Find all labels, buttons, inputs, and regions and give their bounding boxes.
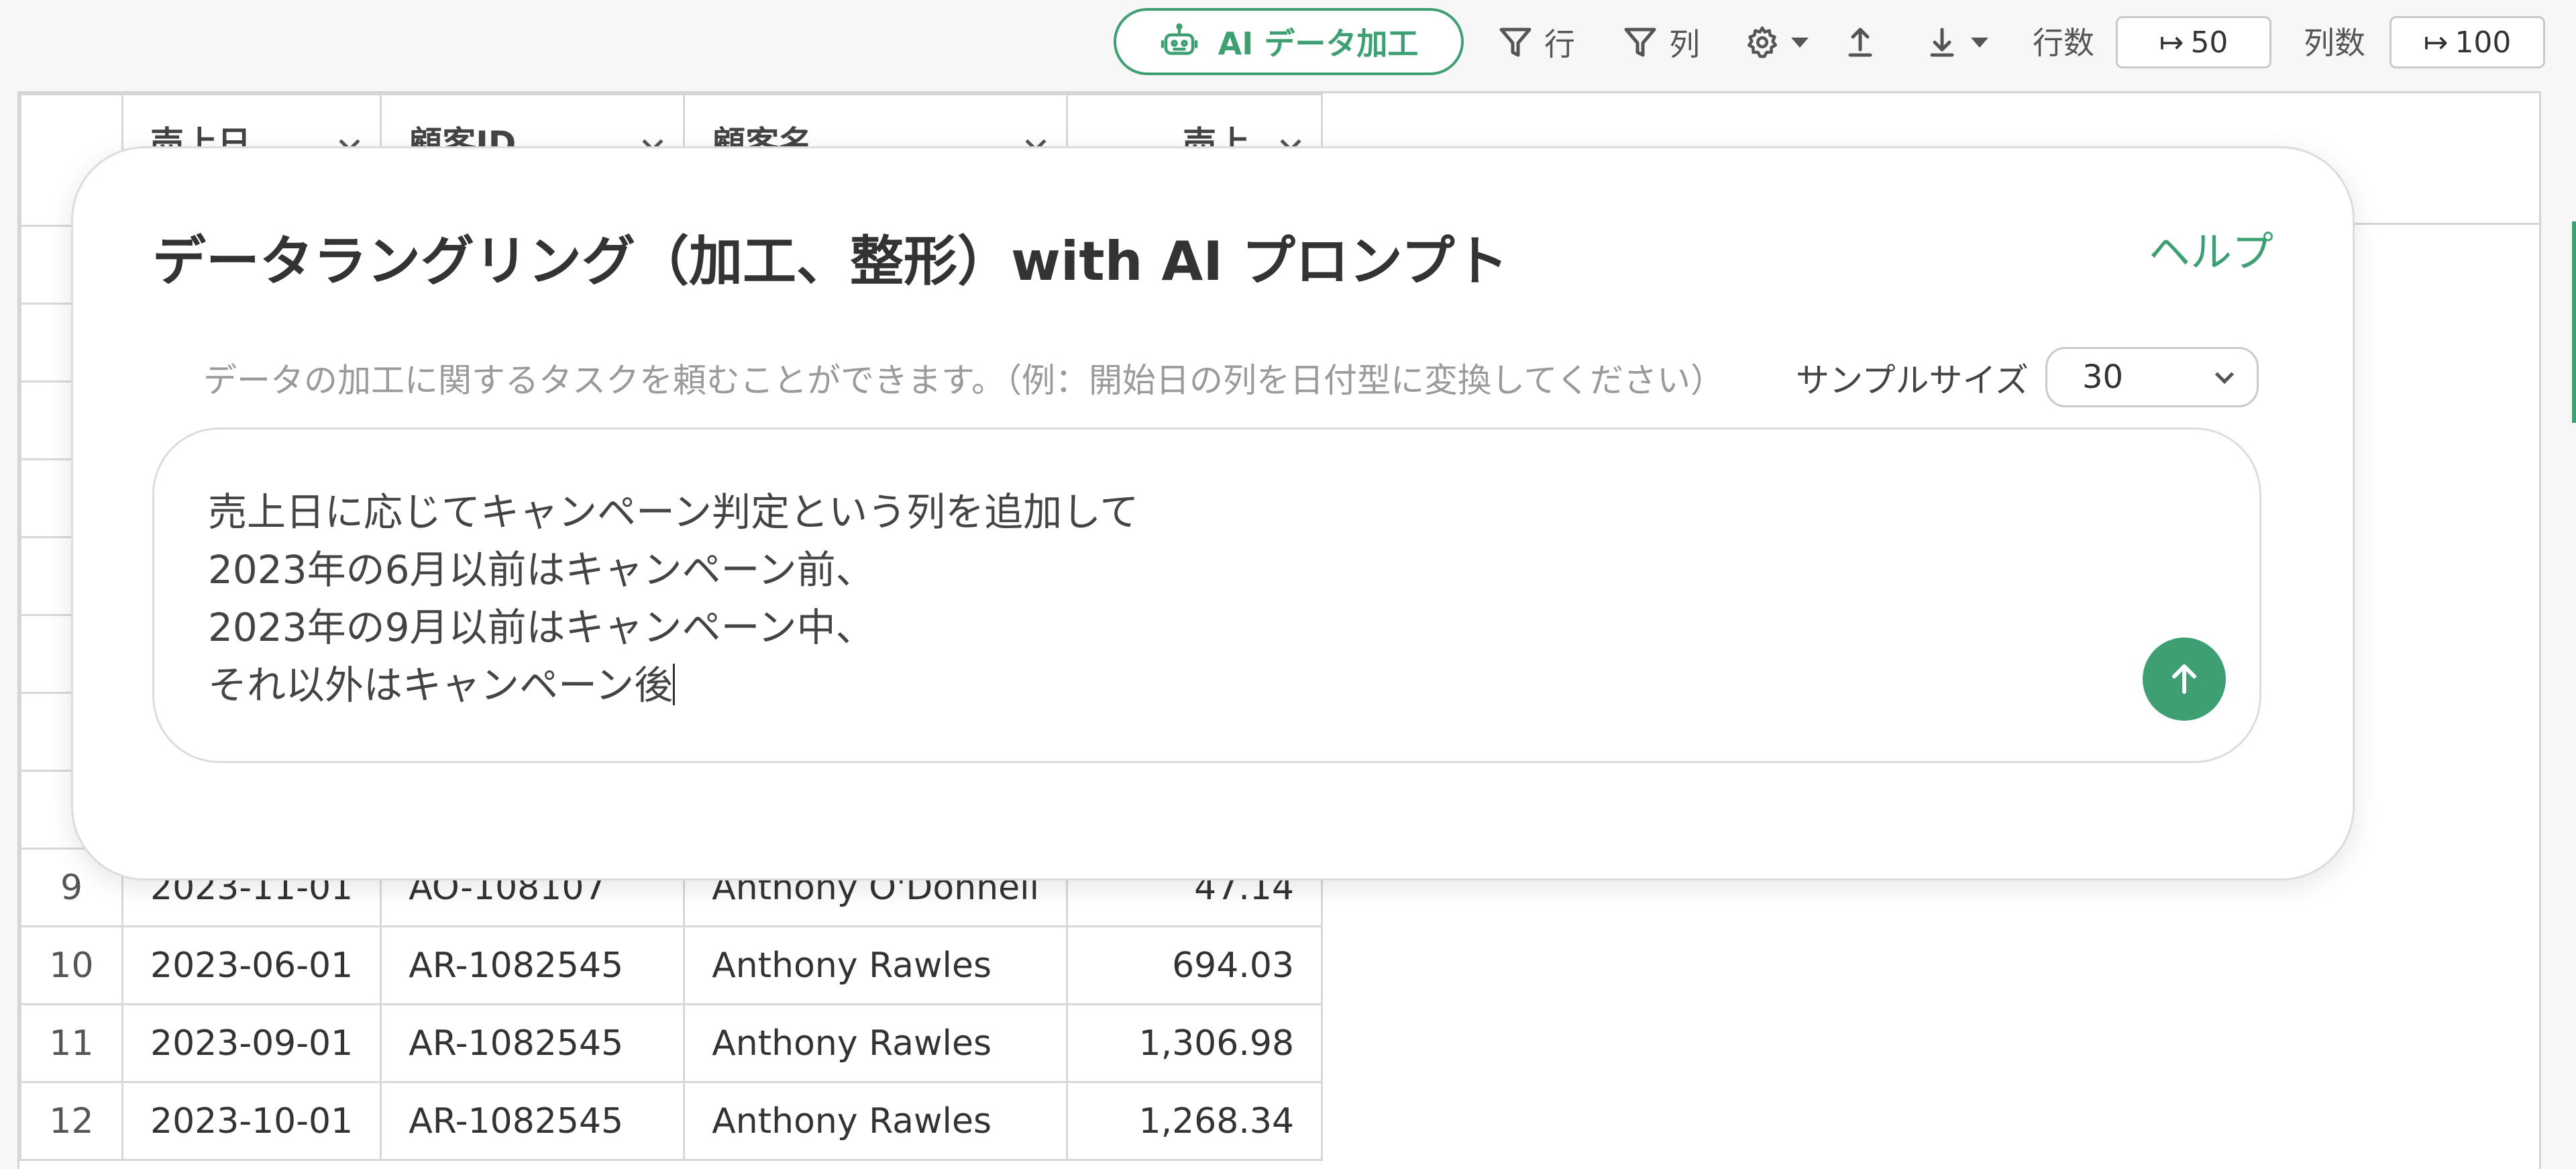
- download-menu-button[interactable]: [1924, 17, 1988, 67]
- cell-sales[interactable]: 1,268.34: [1066, 1081, 1324, 1161]
- cell-customer-name[interactable]: Anthony Rawles: [683, 1003, 1069, 1083]
- cell-sales-date[interactable]: 2023-10-01: [121, 1081, 382, 1161]
- app-root: AI データ加工 行 列 行数 ↦ 50 列数 ↦ 100 売上日 顧客ID 顧…: [0, 0, 2576, 1169]
- prompt-textarea[interactable]: 売上日に応じてキャンペーン判定という列を追加して 2023年の6月以前はキャンペ…: [152, 427, 2261, 763]
- arrow-up-icon: [2172, 664, 2196, 694]
- jump-icon: ↦: [2423, 25, 2449, 60]
- table-row[interactable]: 11 2023-09-01 AR-1082545 Anthony Rawles …: [19, 1003, 1324, 1083]
- ai-button-label: AI データ加工: [1218, 26, 1419, 62]
- caret-down-icon: [1971, 37, 1988, 48]
- text-cursor: [673, 664, 676, 705]
- row-filter-label: 行: [1544, 26, 1575, 62]
- caret-down-icon: [1791, 37, 1809, 48]
- prompt-line: 売上日に応じてキャンペーン判定という列を追加して: [208, 489, 1139, 535]
- row-count-label: 行数: [2033, 25, 2094, 61]
- column-filter-button[interactable]: 列: [1622, 17, 1700, 67]
- table-row[interactable]: 12 2023-10-01 AR-1082545 Anthony Rawles …: [19, 1081, 1324, 1161]
- hint-text: データの加工に関するタスクを頼むことができます。（例：開始日の列を日付型に変換し…: [203, 361, 1724, 400]
- cell-sales[interactable]: 694.03: [1066, 925, 1324, 1005]
- column-count-label: 列数: [2304, 25, 2365, 61]
- cell-sales-date[interactable]: 2023-09-01: [121, 1003, 382, 1083]
- row-number: 11: [19, 1003, 123, 1083]
- filter-icon: [1499, 28, 1532, 57]
- download-icon: [1930, 28, 1954, 57]
- upload-icon: [1848, 28, 1872, 57]
- prompt-line: 2023年の6月以前はキャンペーン前、: [208, 547, 875, 593]
- prompt-text: 売上日に応じてキャンペーン判定という列を追加して 2023年の6月以前はキャンペ…: [208, 483, 1138, 714]
- cell-customer-name[interactable]: Anthony Rawles: [683, 925, 1069, 1005]
- sample-size-select[interactable]: 30: [2045, 347, 2259, 407]
- cell-customer-name[interactable]: Anthony Rawles: [683, 1081, 1069, 1161]
- column-filter-label: 列: [1669, 26, 1700, 62]
- upload-button[interactable]: [1842, 17, 1878, 67]
- row-count-field[interactable]: ↦ 50: [2116, 16, 2271, 68]
- row-number: 10: [19, 925, 123, 1005]
- dialog-title: データラングリング（加工、整形）with AI プロンプト: [152, 230, 1509, 293]
- cell-customer-id[interactable]: AR-1082545: [380, 1003, 686, 1083]
- cell-customer-id[interactable]: AR-1082545: [380, 1081, 686, 1161]
- cell-sales-date[interactable]: 2023-06-01: [121, 925, 382, 1005]
- cell-sales[interactable]: 1,306.98: [1066, 1003, 1324, 1083]
- toolbar: AI データ加工 行 列 行数 ↦ 50 列数 ↦ 100: [0, 0, 2576, 87]
- ai-prompt-dialog: データラングリング（加工、整形）with AI プロンプト ヘルプ データの加工…: [71, 146, 2355, 880]
- cell-customer-id[interactable]: AR-1082545: [380, 925, 686, 1005]
- sample-size-value: 30: [2082, 358, 2124, 396]
- row-count-value: 50: [2190, 25, 2229, 60]
- help-link[interactable]: ヘルプ: [2149, 218, 2273, 278]
- prompt-line: 2023年の9月以前はキャンペーン中、: [208, 605, 875, 650]
- send-button[interactable]: [2143, 638, 2226, 721]
- robot-icon: [1161, 23, 1197, 55]
- sample-size-label: サンプルサイズ: [1796, 361, 2029, 400]
- filter-icon: [1624, 28, 1656, 57]
- jump-icon: ↦: [2159, 25, 2184, 60]
- chevron-down-icon: [2214, 364, 2235, 385]
- prompt-line: それ以外はキャンペーン後: [208, 662, 674, 708]
- settings-menu-button[interactable]: [1744, 17, 1809, 67]
- row-number: 12: [19, 1081, 123, 1161]
- row-filter-button[interactable]: 行: [1497, 17, 1575, 67]
- column-count-field[interactable]: ↦ 100: [2390, 16, 2545, 68]
- grid-right-accent: [2572, 221, 2576, 423]
- table-row[interactable]: 10 2023-06-01 AR-1082545 Anthony Rawles …: [19, 925, 1324, 1005]
- ai-data-processing-button[interactable]: AI データ加工: [1114, 8, 1464, 75]
- gear-icon: [1747, 26, 1778, 58]
- column-count-value: 100: [2455, 25, 2512, 60]
